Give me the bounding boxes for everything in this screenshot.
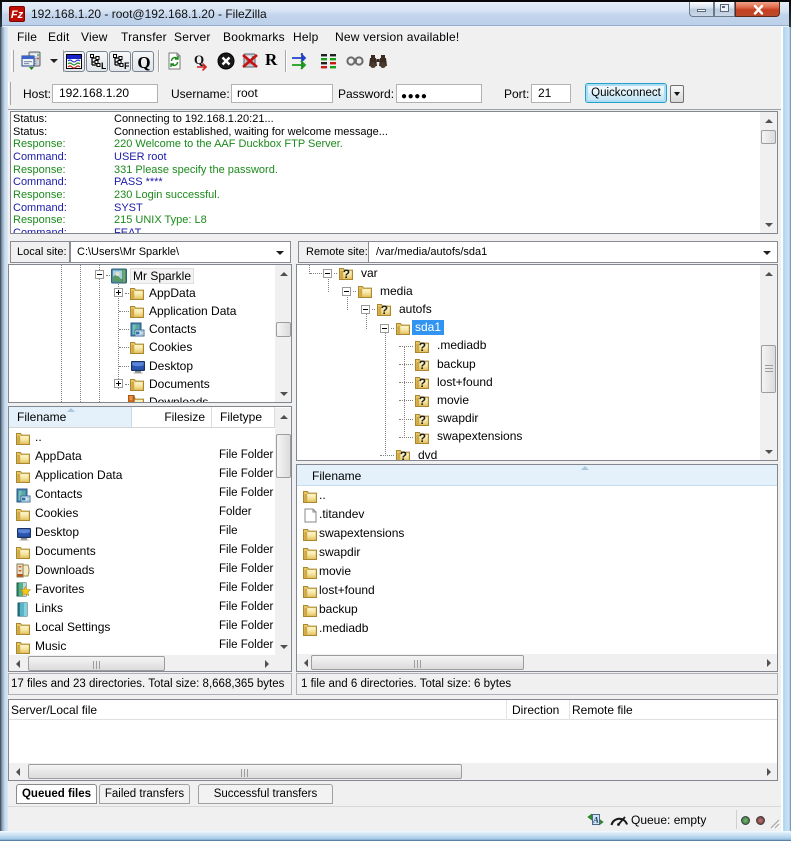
svg-text:?: ? xyxy=(343,267,350,280)
svg-text:?: ? xyxy=(419,431,426,444)
svg-text:Fz: Fz xyxy=(11,9,24,21)
svg-text:?: ? xyxy=(400,449,407,461)
svg-text:?: ? xyxy=(419,413,426,426)
svg-text:L: L xyxy=(101,61,106,70)
svg-text:?: ? xyxy=(419,340,426,353)
svg-text:A: A xyxy=(592,815,599,825)
svg-text:Q: Q xyxy=(194,52,204,67)
svg-text:Q: Q xyxy=(137,53,150,72)
svg-text:?: ? xyxy=(419,358,426,371)
svg-text:?: ? xyxy=(419,394,426,407)
svg-text:F: F xyxy=(124,61,129,70)
svg-text:?: ? xyxy=(381,303,388,316)
svg-text:?: ? xyxy=(419,376,426,389)
